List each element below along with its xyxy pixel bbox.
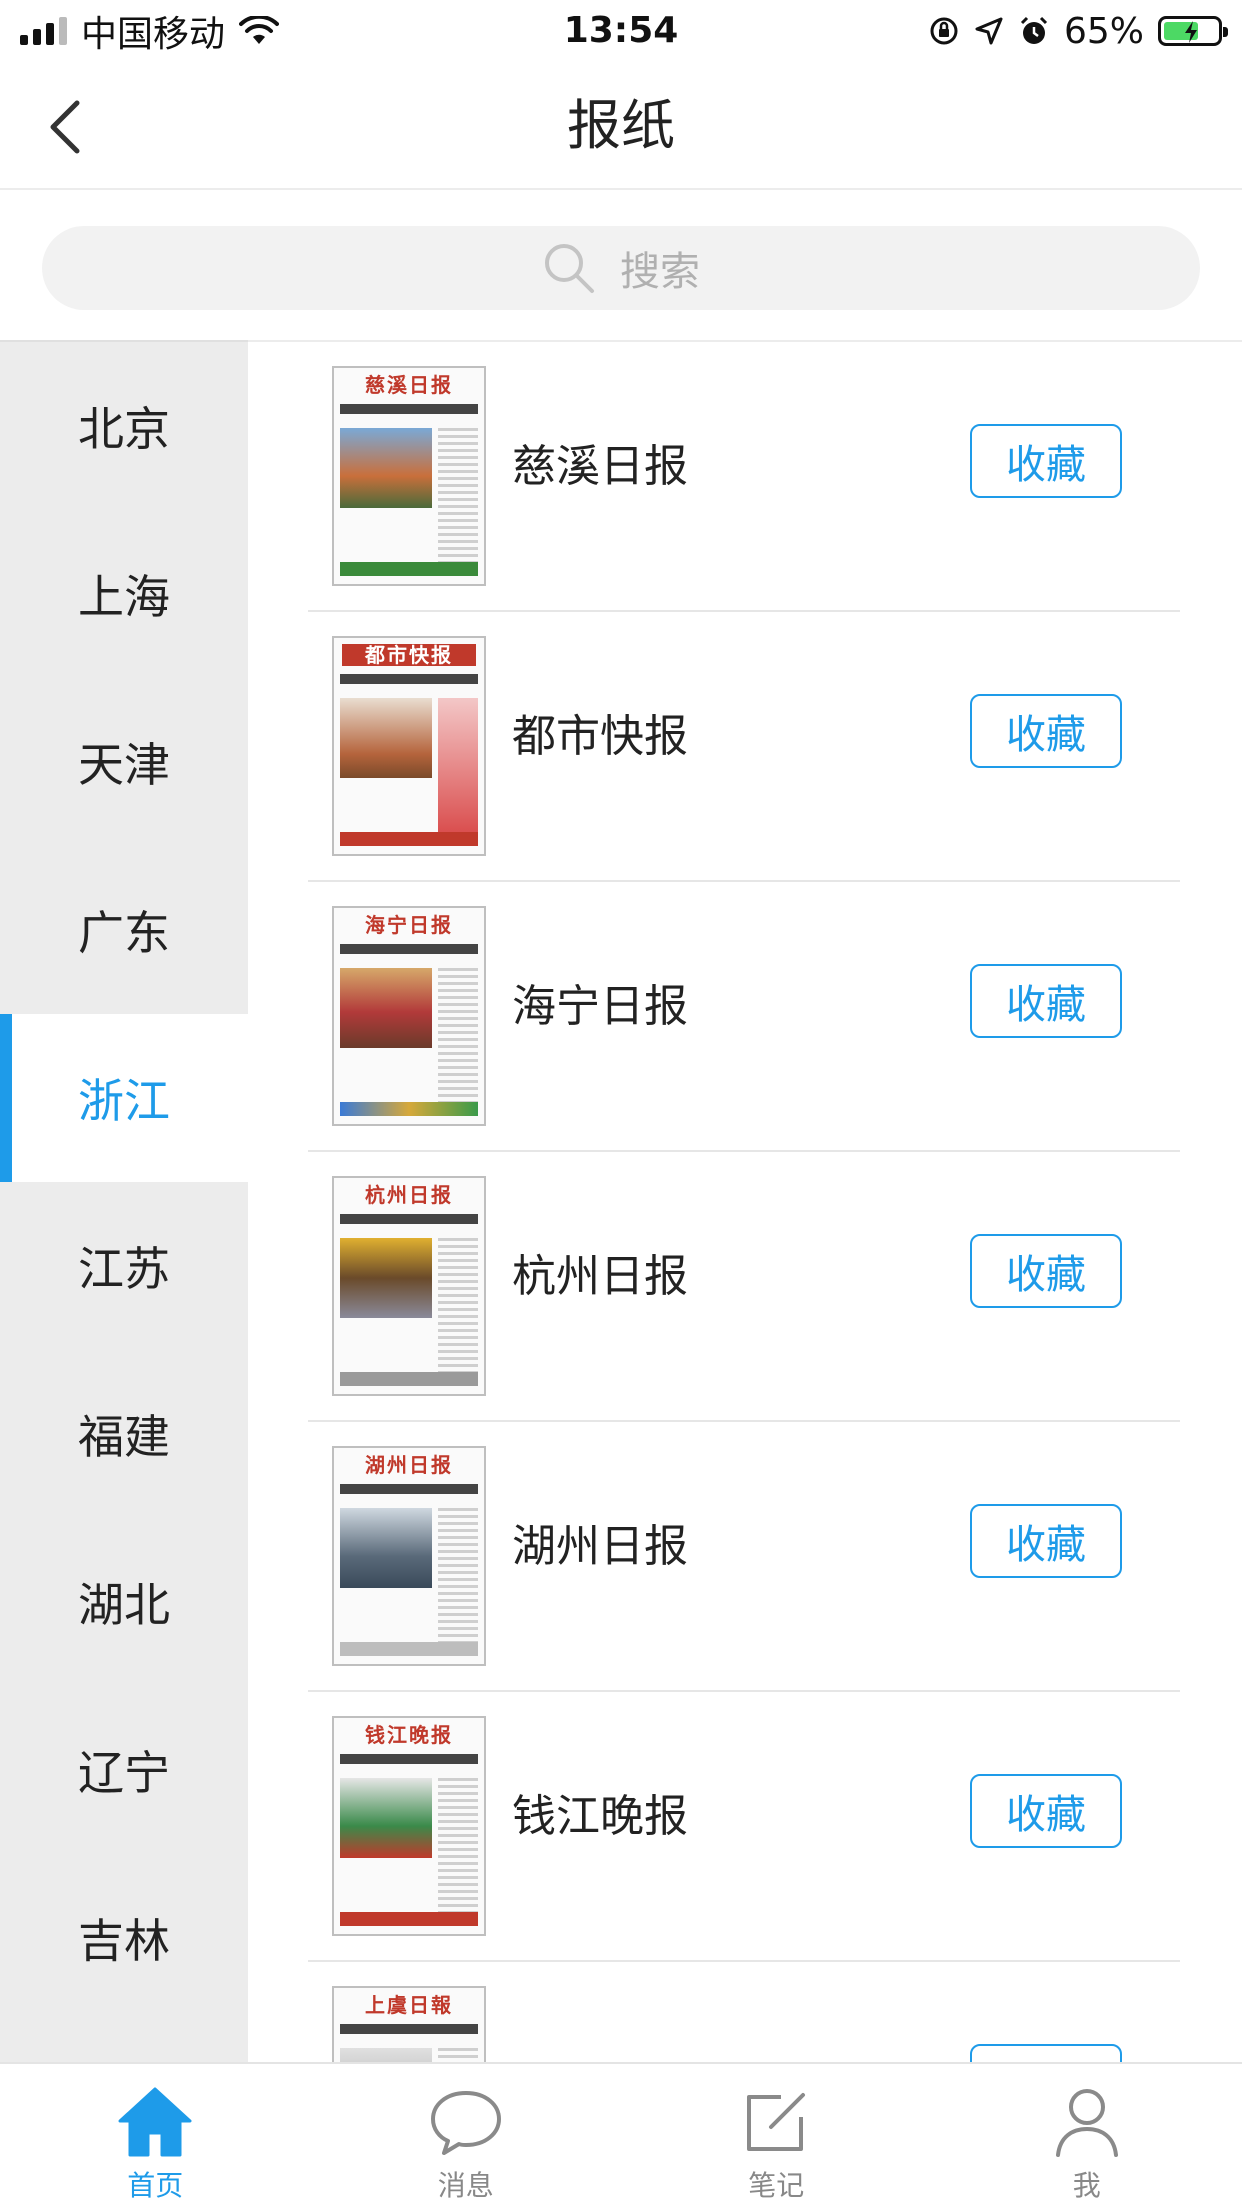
newspaper-name: 上虞日报 xyxy=(512,1962,688,2062)
newspaper-masthead: 慈溪日报 xyxy=(365,374,453,396)
tab-label: 消息 xyxy=(437,2169,494,2202)
tab-bar: 首页 消息 笔记 我 xyxy=(0,2062,1242,2208)
status-right: 65% xyxy=(928,8,1228,54)
status-bar: 中国移动 13:54 65% xyxy=(0,0,1242,62)
newspaper-name: 海宁日报 xyxy=(512,981,688,1032)
tab-notes[interactable]: 笔记 xyxy=(621,2064,932,2208)
newspaper-masthead: 都市快报 xyxy=(342,644,476,666)
newspaper-masthead: 杭州日报 xyxy=(365,1184,453,1206)
newspaper-masthead: 湖州日报 xyxy=(365,1454,453,1476)
rotation-lock-icon xyxy=(930,17,958,45)
sidebar-item-tianjin[interactable]: 天津 xyxy=(0,678,248,846)
sidebar-item-jiangsu[interactable]: 江苏 xyxy=(0,1182,248,1350)
search-icon xyxy=(545,244,594,293)
sidebar-item-hubei[interactable]: 湖北 xyxy=(0,1518,248,1686)
tab-label: 首页 xyxy=(127,2169,184,2202)
list-item[interactable]: 上虞日報 上虞日报 收藏 xyxy=(308,1962,1180,2062)
newspaper-thumbnail: 海宁日报 xyxy=(332,906,486,1126)
tab-me[interactable]: 我 xyxy=(932,2064,1242,2208)
favorite-button[interactable]: 收藏 xyxy=(970,1234,1122,1308)
list-item[interactable]: 都市快报 都市快报 收藏 xyxy=(308,612,1180,882)
list-item[interactable]: 湖州日报 湖州日报 收藏 xyxy=(308,1422,1180,1692)
tab-home[interactable]: 首页 xyxy=(0,2064,311,2208)
list-item[interactable]: 钱江晚报 钱江晚报 收藏 xyxy=(308,1692,1180,1962)
sidebar-item-shanghai[interactable]: 上海 xyxy=(0,510,248,678)
favorite-button[interactable]: 收藏 xyxy=(970,1774,1122,1848)
newspaper-name: 都市快报 xyxy=(512,711,688,762)
newspaper-name: 湖州日报 xyxy=(512,1521,688,1572)
search-input[interactable]: 搜索 xyxy=(42,226,1200,310)
nav-bar: 报纸 xyxy=(0,62,1242,190)
list-item[interactable]: 海宁日报 海宁日报 收藏 xyxy=(308,882,1180,1152)
list-item[interactable]: 杭州日报 杭州日报 收藏 xyxy=(308,1152,1180,1422)
newspaper-name: 杭州日报 xyxy=(512,1251,688,1302)
sidebar-item-liaoning[interactable]: 辽宁 xyxy=(0,1686,248,1854)
profile-icon xyxy=(1047,2082,1127,2162)
newspaper-name: 慈溪日报 xyxy=(512,441,688,492)
favorite-button[interactable]: 收藏 xyxy=(970,2044,1122,2062)
search-area: 搜索 xyxy=(0,192,1242,340)
favorite-button[interactable]: 收藏 xyxy=(970,694,1122,768)
newspaper-list: 慈溪日报 慈溪日报 收藏 都市快报 都市快报 收藏 海宁日报 海宁日报 收藏 杭… xyxy=(248,340,1242,2062)
page-title: 报纸 xyxy=(567,94,675,157)
favorite-button[interactable]: 收藏 xyxy=(970,964,1122,1038)
note-edit-icon xyxy=(736,2082,816,2162)
newspaper-masthead: 海宁日报 xyxy=(365,914,453,936)
tab-label: 笔记 xyxy=(748,2169,805,2202)
favorite-button[interactable]: 收藏 xyxy=(970,424,1122,498)
favorite-button[interactable]: 收藏 xyxy=(970,1504,1122,1578)
newspaper-name: 钱江晚报 xyxy=(512,1791,688,1842)
sidebar-item-fujian[interactable]: 福建 xyxy=(0,1350,248,1518)
newspaper-thumbnail: 湖州日报 xyxy=(332,1446,486,1666)
newspaper-thumbnail: 慈溪日报 xyxy=(332,366,486,586)
province-sidebar: 北京 上海 天津 广东 浙江 江苏 福建 湖北 辽宁 吉林 xyxy=(0,340,248,2062)
sidebar-item-guangdong[interactable]: 广东 xyxy=(0,846,248,1014)
newspaper-masthead: 上虞日報 xyxy=(365,1994,453,2016)
tab-label: 我 xyxy=(1072,2169,1101,2202)
sidebar-item-zhejiang[interactable]: 浙江 xyxy=(0,1014,248,1182)
newspaper-thumbnail: 都市快报 xyxy=(332,636,486,856)
tab-messages[interactable]: 消息 xyxy=(311,2064,622,2208)
home-icon xyxy=(115,2082,195,2162)
alarm-icon xyxy=(1020,16,1048,44)
newspaper-thumbnail: 钱江晚报 xyxy=(332,1716,486,1936)
newspaper-thumbnail: 上虞日報 xyxy=(332,1986,486,2062)
location-icon xyxy=(975,17,1003,45)
message-bubble-icon xyxy=(426,2082,506,2162)
newspaper-thumbnail: 杭州日报 xyxy=(332,1176,486,1396)
sidebar-item-beijing[interactable]: 北京 xyxy=(0,342,248,510)
search-placeholder: 搜索 xyxy=(620,249,700,295)
newspaper-masthead: 钱江晚报 xyxy=(365,1724,453,1746)
battery-charging-icon xyxy=(1158,16,1228,46)
sidebar-item-jilin[interactable]: 吉林 xyxy=(0,1854,248,2022)
list-item[interactable]: 慈溪日报 慈溪日报 收藏 xyxy=(308,342,1180,612)
battery-percent: 65% xyxy=(1063,10,1144,52)
